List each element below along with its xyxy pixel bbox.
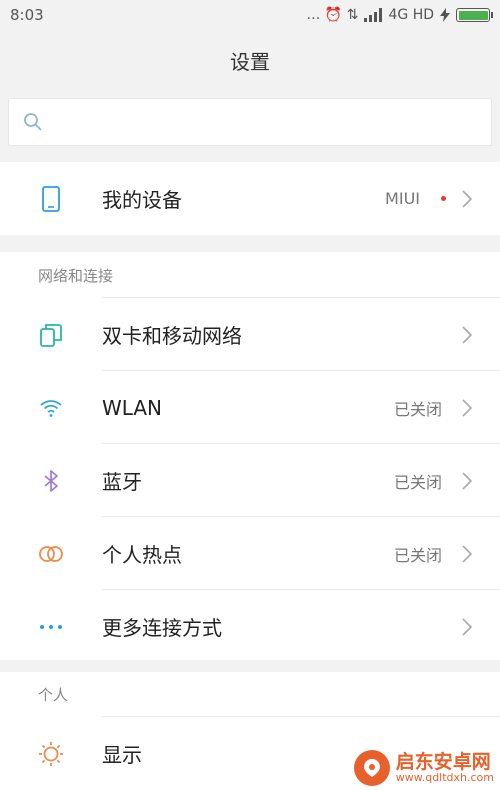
bluetooth-label: 蓝牙 bbox=[102, 470, 142, 494]
page-title: 设置 bbox=[230, 49, 270, 74]
dual-sim-icon bbox=[38, 322, 64, 348]
device-card: 我的设备 MIUI bbox=[0, 162, 500, 235]
status-bar: 8:03 … ⏰ ⇅ 4G HD bbox=[0, 0, 500, 30]
status-indicators: … ⏰ ⇅ bbox=[306, 7, 359, 23]
section-title-personal: 个人 bbox=[38, 686, 69, 704]
personal-card: 个人 显示 启东安卓网 www.qdltdxh.com bbox=[0, 672, 500, 790]
network-type: 4G HD bbox=[388, 7, 434, 23]
bluetooth-status: 已关闭 bbox=[393, 472, 442, 492]
hotspot-label: 个人热点 bbox=[102, 543, 182, 567]
row-hotspot[interactable]: 个人热点 已关闭 bbox=[0, 517, 500, 590]
row-more-connections[interactable]: 更多连接方式 bbox=[0, 590, 500, 663]
my-device-row[interactable]: 我的设备 MIUI bbox=[0, 162, 500, 235]
signal-icon bbox=[364, 8, 383, 22]
phone-icon bbox=[38, 185, 64, 212]
chevron-right-icon bbox=[462, 544, 473, 563]
update-dot bbox=[441, 196, 446, 201]
watermark: 启东安卓网 www.qdltdxh.com bbox=[353, 750, 494, 786]
bluetooth-icon bbox=[38, 468, 64, 494]
charging-icon bbox=[440, 8, 450, 22]
row-dual-sim[interactable]: 双卡和移动网络 bbox=[0, 298, 500, 371]
hotspot-status: 已关闭 bbox=[393, 545, 442, 565]
status-icons: … ⏰ ⇅ 4G HD bbox=[306, 7, 493, 23]
more-dots-icon bbox=[38, 614, 64, 640]
chevron-right-icon bbox=[462, 471, 473, 490]
chevron-right-icon bbox=[462, 189, 473, 208]
my-device-label: 我的设备 bbox=[102, 188, 182, 212]
wifi-icon bbox=[38, 395, 64, 421]
wlan-status: 已关闭 bbox=[393, 399, 442, 419]
battery-icon bbox=[456, 8, 493, 22]
chevron-right-icon bbox=[462, 617, 473, 636]
row-bluetooth[interactable]: 蓝牙 已关闭 bbox=[0, 444, 500, 517]
search-input[interactable] bbox=[8, 98, 492, 146]
display-label: 显示 bbox=[102, 743, 142, 767]
chevron-right-icon bbox=[462, 398, 473, 417]
chevron-right-icon bbox=[462, 325, 473, 344]
search-area bbox=[0, 90, 500, 154]
watermark-url: www.qdltdxh.com bbox=[395, 771, 494, 785]
hotspot-icon bbox=[38, 541, 64, 567]
more-connections-label: 更多连接方式 bbox=[102, 616, 222, 640]
watermark-logo bbox=[353, 750, 390, 786]
brightness-icon bbox=[38, 741, 64, 767]
search-icon bbox=[24, 113, 42, 131]
dual-sim-label: 双卡和移动网络 bbox=[102, 324, 242, 348]
network-card: 网络和连接 双卡和移动网络 WLAN 已关闭 蓝牙 已关闭 个人热点 已关闭 更… bbox=[0, 252, 500, 660]
my-device-value: MIUI bbox=[385, 189, 420, 208]
wlan-label: WLAN bbox=[102, 395, 163, 420]
status-time: 8:03 bbox=[10, 6, 44, 24]
section-title-network: 网络和连接 bbox=[38, 267, 114, 285]
row-wlan[interactable]: WLAN 已关闭 bbox=[0, 371, 500, 444]
watermark-title: 启东安卓网 bbox=[395, 750, 491, 773]
